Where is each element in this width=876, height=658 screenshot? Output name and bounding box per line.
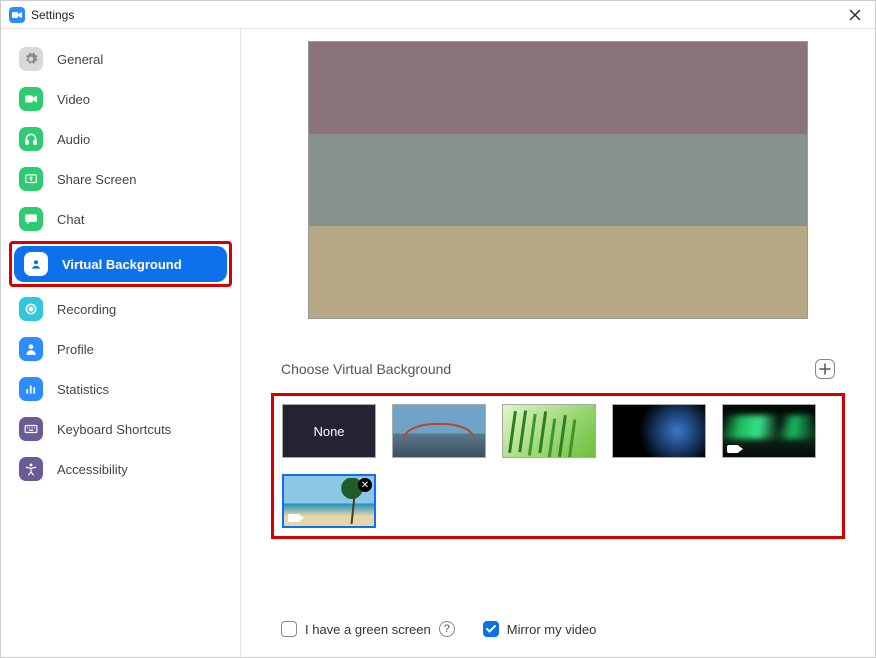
close-icon[interactable] — [843, 3, 867, 27]
video-badge-icon — [727, 445, 739, 453]
statistics-icon — [19, 377, 43, 401]
share-screen-icon — [19, 167, 43, 191]
checkbox-box — [483, 621, 499, 637]
sidebar-item-label: General — [57, 52, 103, 67]
checkbox-box — [281, 621, 297, 637]
keyboard-icon — [19, 417, 43, 441]
sidebar-item-label: Recording — [57, 302, 116, 317]
green-screen-checkbox[interactable]: I have a green screen ? — [281, 621, 455, 637]
bg-none[interactable]: None — [282, 404, 376, 458]
sidebar-item-accessibility[interactable]: Accessibility — [9, 451, 232, 487]
options-row: I have a green screen ? Mirror my video — [271, 609, 845, 637]
sidebar-item-virtual-background[interactable]: Virtual Background — [14, 246, 227, 282]
add-background-button[interactable] — [815, 359, 835, 379]
sidebar-item-label: Chat — [57, 212, 84, 227]
sidebar-item-label: Video — [57, 92, 90, 107]
preview-band — [309, 42, 807, 134]
sidebar-item-statistics[interactable]: Statistics — [9, 371, 232, 407]
sidebar-item-label: Virtual Background — [62, 257, 182, 272]
mirror-video-label: Mirror my video — [507, 622, 597, 637]
sidebar-item-label: Accessibility — [57, 462, 128, 477]
preview-band — [309, 134, 807, 226]
section-header: Choose Virtual Background — [271, 359, 845, 379]
profile-icon — [19, 337, 43, 361]
video-icon — [19, 87, 43, 111]
titlebar: Settings — [1, 1, 875, 29]
sidebar-item-keyboard-shortcuts[interactable]: Keyboard Shortcuts — [9, 411, 232, 447]
sidebar: General Video Audio Share Screen Chat Virtual… — [1, 29, 241, 657]
background-thumbnails: None ✕ — [282, 404, 834, 528]
sidebar-item-share-screen[interactable]: Share Screen — [9, 161, 232, 197]
chat-icon — [19, 207, 43, 231]
sidebar-item-label: Statistics — [57, 382, 109, 397]
virtual-bg-icon — [24, 252, 48, 276]
thumbnails-highlight: None ✕ — [271, 393, 845, 539]
sidebar-item-recording[interactable]: Recording — [9, 291, 232, 327]
sidebar-item-label: Audio — [57, 132, 90, 147]
audio-icon — [19, 127, 43, 151]
bg-grass[interactable] — [502, 404, 596, 458]
preview-band — [309, 226, 807, 318]
app-icon — [9, 7, 25, 23]
sidebar-item-audio[interactable]: Audio — [9, 121, 232, 157]
window-title: Settings — [31, 8, 74, 22]
bg-earth[interactable] — [612, 404, 706, 458]
recording-icon — [19, 297, 43, 321]
video-badge-icon — [288, 514, 300, 522]
sidebar-item-profile[interactable]: Profile — [9, 331, 232, 367]
sidebar-item-label: Profile — [57, 342, 94, 357]
thumb-none-label: None — [313, 424, 344, 439]
green-screen-label: I have a green screen — [305, 622, 431, 637]
bg-golden-gate[interactable] — [392, 404, 486, 458]
sidebar-item-chat[interactable]: Chat — [9, 201, 232, 237]
remove-background-icon[interactable]: ✕ — [358, 478, 372, 492]
gear-icon — [19, 47, 43, 71]
help-icon[interactable]: ? — [439, 621, 455, 637]
main-panel: Choose Virtual Background None ✕ I have a… — [241, 29, 875, 657]
sidebar-item-label: Keyboard Shortcuts — [57, 422, 171, 437]
bg-aurora[interactable] — [722, 404, 816, 458]
sidebar-item-general[interactable]: General — [9, 41, 232, 77]
sidebar-item-label: Share Screen — [57, 172, 137, 187]
bg-beach[interactable]: ✕ — [282, 474, 376, 528]
video-preview — [308, 41, 808, 319]
mirror-video-checkbox[interactable]: Mirror my video — [483, 621, 597, 637]
sidebar-item-video[interactable]: Video — [9, 81, 232, 117]
accessibility-icon — [19, 457, 43, 481]
sidebar-highlight: Virtual Background — [9, 241, 232, 287]
section-title: Choose Virtual Background — [281, 361, 451, 377]
